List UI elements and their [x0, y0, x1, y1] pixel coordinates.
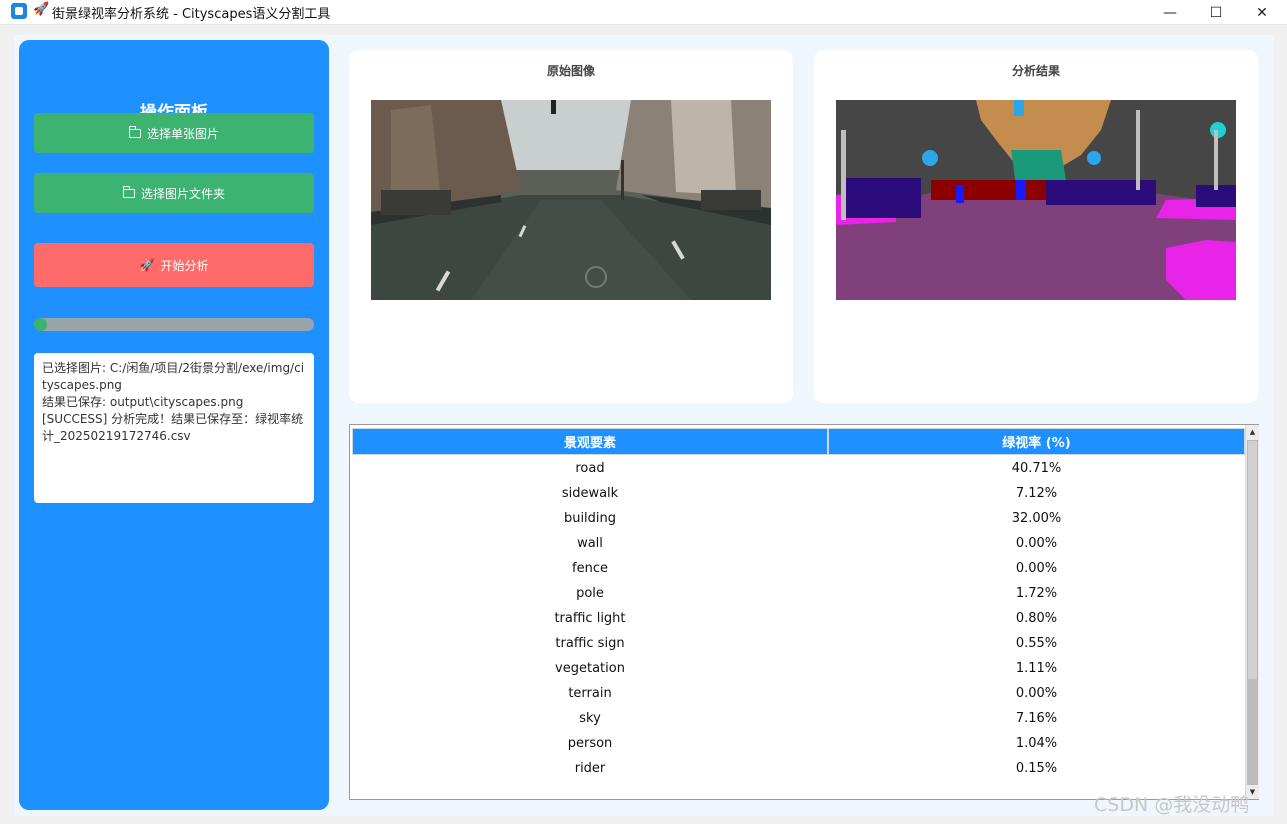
- table-row[interactable]: building 32.00%: [352, 506, 1245, 531]
- cell-element: road: [575, 461, 605, 476]
- result-image-card: 分析结果: [814, 50, 1258, 403]
- stats-table: 景观要素 绿视率 (%) road 40.71% sidewalk 7.12% bu…: [349, 424, 1259, 800]
- original-image-title: 原始图像: [546, 64, 595, 78]
- cell-ratio: 0.15%: [1015, 761, 1058, 776]
- select-folder-button[interactable]: 选择图片文件夹: [34, 173, 314, 213]
- cell-ratio: 0.00%: [1015, 536, 1058, 551]
- table-row[interactable]: sky 7.16%: [352, 706, 1245, 731]
- log-line: [SUCCESS] 分析完成！结果已保存至：绿视率统计_202502191727…: [42, 412, 304, 443]
- original-image-card: 原始图像: [349, 50, 793, 403]
- cell-ratio: 0.55%: [1015, 636, 1058, 651]
- log-line: 已选择图片: C:/闲鱼/项目/2街景分割/exe/img/cityscapes…: [42, 361, 305, 392]
- start-analysis-button[interactable]: 🚀 开始分析: [34, 243, 314, 287]
- cell-element: sky: [579, 711, 601, 726]
- cell-element: fence: [572, 561, 608, 576]
- cell-ratio: 1.72%: [1015, 586, 1058, 601]
- cell-ratio: 7.12%: [1015, 486, 1058, 501]
- rocket-icon: 🚀: [33, 2, 50, 17]
- cell-element: terrain: [568, 686, 612, 701]
- column-header-element[interactable]: 景观要素: [352, 428, 828, 455]
- close-button[interactable]: ✕: [1239, 0, 1285, 25]
- cell-element: traffic light: [554, 611, 626, 626]
- table-row[interactable]: sidewalk 7.12%: [352, 481, 1245, 506]
- title-bar: 🚀 街景绿视率分析系统 - Cityscapes语义分割工具 — ☐ ✕: [0, 0, 1287, 25]
- folder-icon: [122, 185, 135, 198]
- progress-bar: [34, 318, 314, 331]
- folder-icon: [128, 125, 141, 138]
- rocket-icon: 🚀: [139, 258, 155, 272]
- cell-element: person: [567, 736, 613, 751]
- cell-ratio: 0.00%: [1015, 686, 1058, 701]
- result-image-title: 分析结果: [1011, 64, 1060, 78]
- cell-ratio: 32.00%: [1011, 511, 1062, 526]
- cell-ratio: 1.04%: [1015, 736, 1058, 751]
- watermark: CSDN @我没动鸭: [1094, 794, 1250, 816]
- log-line: 结果已保存: output\cityscapes.png: [42, 395, 244, 409]
- cell-ratio: 0.00%: [1015, 561, 1058, 576]
- table-row[interactable]: vegetation 1.11%: [352, 656, 1245, 681]
- log-output[interactable]: 已选择图片: C:/闲鱼/项目/2街景分割/exe/img/cityscapes…: [34, 353, 314, 503]
- cell-ratio: 1.11%: [1015, 661, 1058, 676]
- table-row[interactable]: person 1.04%: [352, 731, 1245, 756]
- select-image-button[interactable]: 选择单张图片: [34, 113, 314, 153]
- cell-element: pole: [576, 586, 604, 601]
- maximize-button[interactable]: ☐: [1193, 0, 1239, 25]
- table-scrollbar[interactable]: ▲ ▼: [1245, 425, 1259, 799]
- scroll-thumb[interactable]: [1247, 440, 1258, 687]
- table-row[interactable]: road 40.71%: [352, 456, 1245, 481]
- cell-element: vegetation: [555, 661, 625, 676]
- cell-element: wall: [577, 536, 603, 551]
- window-title: 街景绿视率分析系统 - Cityscapes语义分割工具: [52, 7, 331, 22]
- table-row[interactable]: traffic light 0.80%: [352, 606, 1245, 631]
- cell-element: building: [563, 511, 617, 526]
- table-header: 景观要素 绿视率 (%): [352, 428, 1245, 455]
- start-analysis-label: 开始分析: [160, 258, 209, 273]
- cell-ratio: 40.71%: [1011, 461, 1062, 476]
- cell-element: sidewalk: [561, 486, 619, 501]
- table-row[interactable]: pole 1.72%: [352, 581, 1245, 606]
- select-folder-label: 选择图片文件夹: [140, 186, 225, 201]
- select-image-label: 选择单张图片: [146, 126, 219, 141]
- table-row[interactable]: fence 0.00%: [352, 556, 1245, 581]
- cell-element: traffic sign: [555, 636, 625, 651]
- scroll-track[interactable]: [1247, 679, 1258, 785]
- cell-element: rider: [574, 761, 606, 776]
- scroll-up-arrow-icon[interactable]: ▲: [1246, 425, 1259, 439]
- table-row[interactable]: terrain 0.00%: [352, 681, 1245, 706]
- minimize-button[interactable]: —: [1147, 0, 1193, 25]
- column-header-ratio[interactable]: 绿视率 (%): [828, 428, 1245, 455]
- table-row[interactable]: traffic sign 0.55%: [352, 631, 1245, 656]
- cell-ratio: 7.16%: [1015, 711, 1058, 726]
- cell-ratio: 0.80%: [1015, 611, 1058, 626]
- operation-panel: 操作面板 选择单张图片 选择图片文件夹 🚀 开始分析 已选择图片: C:/闲鱼/…: [19, 40, 329, 810]
- progress-fill: [34, 318, 47, 331]
- table-row[interactable]: wall 0.00%: [352, 531, 1245, 556]
- table-body: road 40.71% sidewalk 7.12% building 32.00% …: [352, 456, 1245, 781]
- original-image: [371, 100, 771, 300]
- table-row[interactable]: rider 0.15%: [352, 756, 1245, 781]
- app-icon: [11, 3, 27, 19]
- segmentation-result-image: [836, 100, 1236, 300]
